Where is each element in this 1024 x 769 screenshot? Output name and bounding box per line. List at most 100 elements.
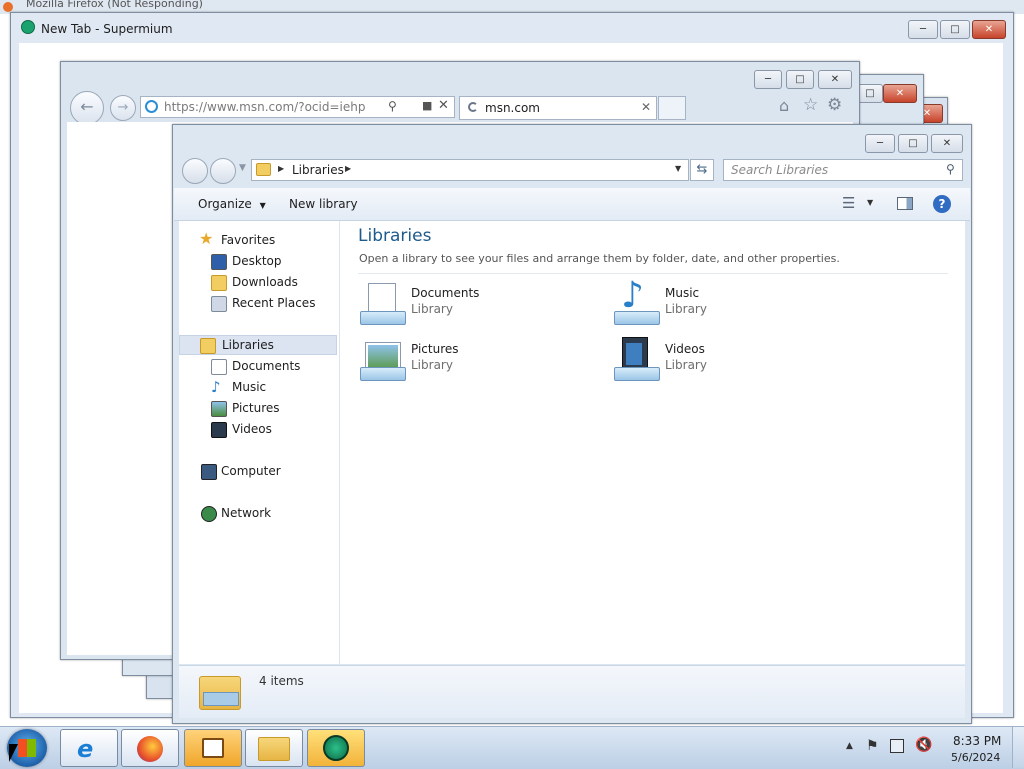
change-view-icon[interactable]: ☰ (842, 194, 855, 212)
firefox-icon (137, 736, 163, 762)
search-input[interactable]: Search Libraries ⚲ (723, 159, 963, 181)
lock-icon[interactable]: ■ (422, 99, 432, 112)
supermium-icon (323, 735, 349, 761)
ie-maximize-button[interactable]: □ (786, 70, 814, 89)
nav-network[interactable]: Network (179, 503, 339, 523)
library-pictures[interactable]: Pictures Library (358, 337, 598, 387)
taskbar-supermium[interactable] (307, 729, 365, 767)
search-icon[interactable]: ⚲ (946, 162, 955, 176)
chevron-down-icon[interactable]: ▼ (867, 198, 873, 207)
media-player-icon (202, 738, 224, 758)
ie-back1-max-button[interactable]: □ (857, 84, 883, 103)
downloads-icon (211, 275, 227, 291)
heading-divider (358, 273, 948, 274)
recent-pages-chevron-icon[interactable]: ▼ (239, 163, 246, 173)
nav-computer[interactable]: Computer (179, 461, 339, 481)
ie-close-button[interactable]: ✕ (818, 70, 852, 89)
library-type: Library (665, 302, 707, 316)
supermium-title[interactable]: New Tab - Supermium (41, 22, 173, 36)
favorites-star-icon[interactable]: ☆ (803, 95, 818, 115)
network-status-icon[interactable] (890, 739, 904, 753)
explorer-maximize-button[interactable]: □ (898, 134, 928, 153)
nav-network-label: Network (221, 506, 272, 520)
stop-icon[interactable]: ✕ (438, 98, 449, 113)
explorer-forward-button[interactable] (210, 158, 236, 184)
home-icon[interactable]: ⌂ (779, 96, 789, 115)
sidebar-item-documents[interactable]: Documents (179, 356, 339, 376)
supermium-maximize-button[interactable]: □ (940, 20, 970, 39)
sidebar-item-label: Documents (232, 359, 301, 373)
sidebar-item-label: Downloads (232, 275, 298, 289)
taskbar-media-player[interactable] (184, 729, 242, 767)
sidebar-item-music[interactable]: ♪ Music (179, 377, 339, 397)
ie-new-tab-button[interactable] (658, 96, 686, 120)
sidebar-item-videos[interactable]: Videos (179, 419, 339, 439)
explorer-back-button[interactable] (182, 158, 208, 184)
help-icon[interactable]: ? (933, 195, 951, 213)
ie-address-bar[interactable]: https://www.msn.com/?ocid=iehp ⚲ ■ ✕ (140, 96, 455, 118)
command-bar: Organize ▼ New library ☰ ▼ ? (174, 188, 970, 221)
breadcrumb[interactable]: ▶ Libraries ▶ ▼ (251, 159, 689, 181)
tab-close-icon[interactable]: ✕ (641, 100, 651, 114)
ie-back-button[interactable]: ← (70, 91, 104, 125)
sidebar-item-label: Videos (232, 422, 272, 436)
clock-time[interactable]: 8:33 PM (953, 734, 1001, 748)
videos-icon (211, 422, 227, 438)
new-library-button[interactable]: New library (289, 197, 358, 211)
ie-tab[interactable]: msn.com ✕ (459, 96, 657, 120)
library-type: Library (665, 358, 707, 372)
explorer-window: ─ □ ✕ ▼ ▶ Libraries ▶ ▼ ⇆ Search Librari… (172, 124, 972, 724)
ie-page-icon (145, 100, 158, 113)
chevron-down-icon[interactable]: ▼ (675, 164, 681, 173)
clock-date[interactable]: 5/6/2024 (951, 751, 1000, 764)
ie-forward-button[interactable]: → (110, 95, 136, 121)
pictures-library-icon (358, 337, 406, 383)
refresh-button[interactable]: ⇆ (690, 159, 714, 181)
preview-pane-icon[interactable] (897, 197, 913, 210)
nav-libraries[interactable]: Libraries (179, 335, 337, 355)
library-type: Library (411, 358, 453, 372)
library-type: Library (411, 302, 453, 316)
explorer-minimize-button[interactable]: ─ (865, 134, 895, 153)
sidebar-item-desktop[interactable]: Desktop (179, 251, 339, 271)
ie-address-text: https://www.msn.com/?ocid=iehp (164, 100, 366, 114)
page-description: Open a library to see your files and arr… (359, 252, 840, 265)
folder-icon (199, 672, 243, 712)
taskbar-internet-explorer[interactable]: e (60, 729, 118, 767)
breadcrumb-arrow-icon[interactable]: ▶ (345, 164, 351, 173)
explorer-body: ★ Favorites Desktop Downloads Recent Pla… (179, 221, 965, 664)
nav-favorites[interactable]: ★ Favorites (179, 229, 339, 250)
windows-logo-icon (18, 739, 36, 757)
library-name: Pictures (411, 342, 459, 356)
supermium-icon (21, 20, 35, 34)
search-placeholder: Search Libraries (731, 163, 829, 177)
show-desktop-button[interactable] (1012, 727, 1024, 768)
search-icon[interactable]: ⚲ (388, 99, 397, 113)
library-name: Music (665, 286, 700, 300)
library-documents[interactable]: Documents Library (358, 281, 598, 331)
taskbar-windows-explorer[interactable] (245, 729, 303, 767)
item-count: 4 items (259, 674, 304, 688)
sidebar-item-downloads[interactable]: Downloads (179, 272, 339, 292)
videos-library-icon (612, 337, 660, 383)
library-music[interactable]: ♪ Music Library (612, 275, 852, 331)
ie-back1-close-button[interactable]: ✕ (883, 84, 917, 103)
ie-minimize-button[interactable]: ─ (754, 70, 782, 89)
sidebar-item-label: Pictures (232, 401, 280, 415)
action-center-flag-icon[interactable]: ⚑ (866, 738, 879, 754)
ie-tab-title: msn.com (485, 101, 540, 115)
library-videos[interactable]: Videos Library (612, 337, 852, 387)
supermium-minimize-button[interactable]: ─ (908, 20, 938, 39)
explorer-close-button[interactable]: ✕ (931, 134, 963, 153)
breadcrumb-libraries[interactable]: Libraries (292, 163, 344, 177)
taskbar-firefox[interactable] (121, 729, 179, 767)
show-hidden-icons-icon[interactable]: ▲ (846, 741, 853, 751)
breadcrumb-arrow-icon[interactable]: ▶ (278, 164, 284, 173)
supermium-close-button[interactable]: ✕ (972, 20, 1006, 39)
settings-gear-icon[interactable]: ⚙ (827, 95, 842, 115)
volume-muted-icon[interactable]: 🔇 (915, 737, 932, 753)
sidebar-item-recent-places[interactable]: Recent Places (179, 293, 339, 313)
organize-button[interactable]: Organize ▼ (198, 197, 266, 211)
network-icon (201, 506, 217, 522)
sidebar-item-pictures[interactable]: Pictures (179, 398, 339, 418)
